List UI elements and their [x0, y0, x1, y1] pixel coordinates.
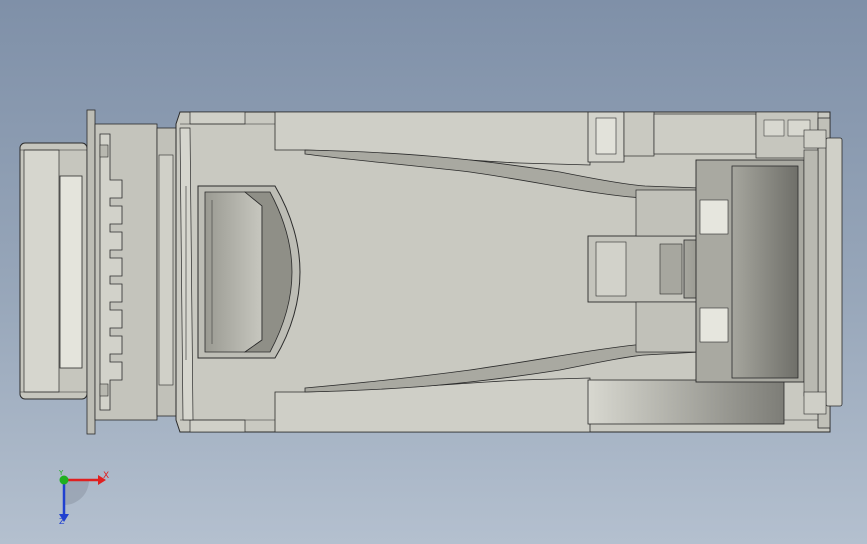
z-axis-label: Z: [59, 517, 65, 526]
orientation-triad: X Y Z: [58, 469, 109, 526]
left-connector-plug: [19, 142, 88, 400]
triad-shading: [64, 480, 89, 505]
flange-teeth: [86, 109, 178, 435]
right-rail: [803, 117, 843, 429]
curved-window: [197, 185, 301, 359]
cad-graphics-area[interactable]: X Y Z: [0, 0, 867, 544]
x-axis-label: X: [103, 471, 109, 481]
y-axis-label: Y: [58, 469, 64, 477]
